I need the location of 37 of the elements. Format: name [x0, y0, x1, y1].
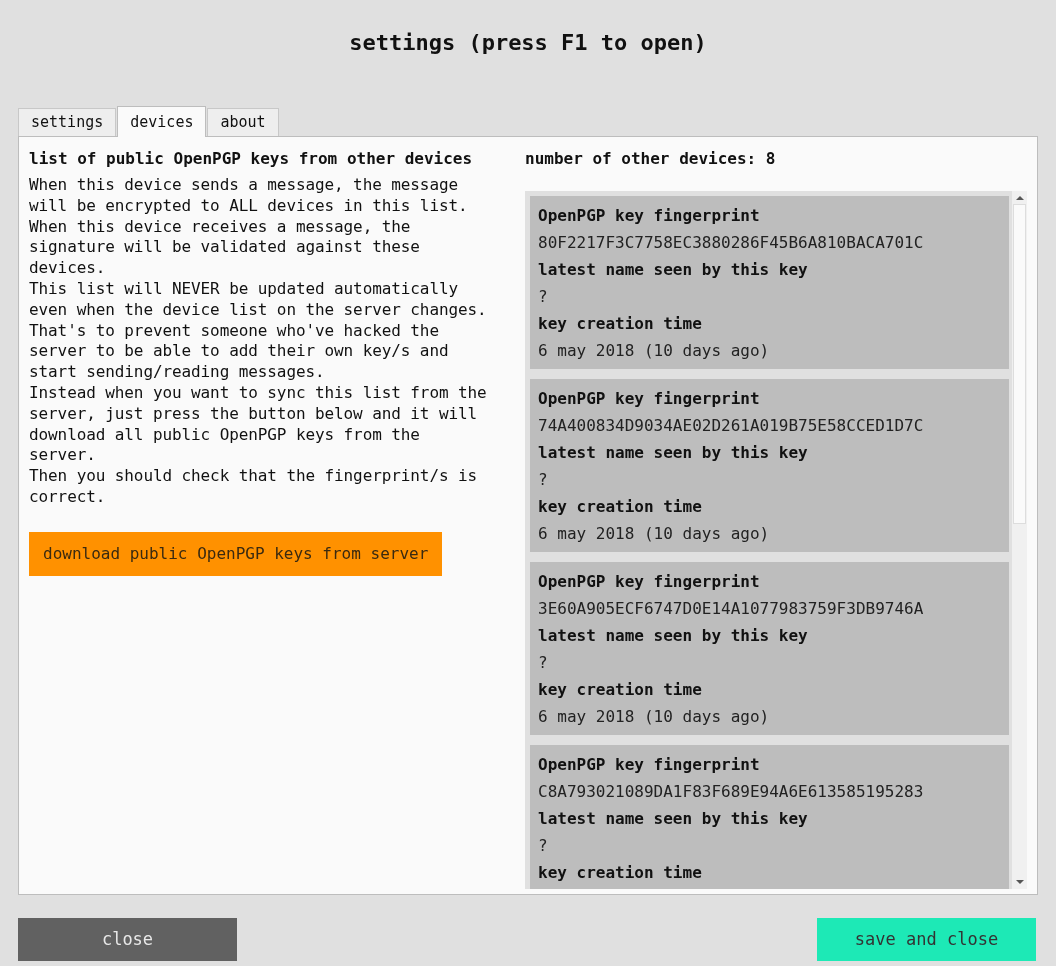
fingerprint-text: C8A793021089DA1F83F689E94A6E613585195283	[538, 781, 924, 803]
window-title: settings (press F1 to open)	[349, 28, 707, 57]
scroll-up-icon[interactable]	[1015, 196, 1024, 200]
field-label: key creation time	[538, 679, 702, 701]
fingerprint-text: 3E60A905ECF6747D0E14A1077983759F3DB9746A	[538, 598, 924, 620]
field-label: OpenPGP key fingerprint	[538, 571, 760, 593]
field-value: ?	[538, 835, 548, 857]
field-value: ?	[538, 286, 548, 308]
section-heading: list of public OpenPGP keys from other devices	[29, 149, 473, 169]
field-label: latest name seen by this key	[538, 442, 808, 464]
field-label: key creation time	[538, 862, 702, 884]
tab[interactable]: settings	[18, 108, 117, 136]
download-button[interactable]: download public OpenPGP keys from server	[29, 531, 443, 576]
field-label: key creation time	[538, 313, 702, 335]
scroll-thumb[interactable]	[1013, 204, 1026, 524]
field-label: latest name seen by this key	[538, 259, 808, 281]
save-and-close-button[interactable]: save and close	[817, 918, 1036, 961]
field-value: ?	[538, 469, 548, 491]
field-value: 6 may 2018 (10 days ago)	[538, 523, 770, 545]
field-label: OpenPGP key fingerprint	[538, 754, 760, 776]
field-label: OpenPGP key fingerprint	[538, 205, 760, 227]
device-count: number of other devices: 8	[525, 149, 777, 169]
close-button[interactable]: close	[18, 918, 237, 961]
field-label: OpenPGP key fingerprint	[538, 388, 760, 410]
field-value: ?	[538, 652, 548, 674]
tab[interactable]: about	[207, 108, 279, 136]
scroll-down-icon[interactable]	[1015, 880, 1024, 884]
field-label: latest name seen by this key	[538, 625, 808, 647]
field-value: 6 may 2018 (10 days ago)	[538, 340, 770, 362]
description-text: When this device sends a message, the message will be encrypted to ALL devices in this list. When this device receives a message, the signature will be validated against these devices. This list will NEVER be updated automatically even when the device list on the server changes. That's to prevent someone who've hacked the server to be able to add their own key/s and start sending/reading messages. Instead when you want to sync this list from the server, just press the button below and it will download all public OpenPGP keys from the server. Then you should check that the fingerprint/s is correct.	[29, 175, 487, 508]
field-value: 6 may 2018 (10 days ago)	[538, 706, 770, 728]
tab[interactable]: devices	[117, 106, 207, 137]
fingerprint-text: 80F2217F3C7758EC3880286F45B6A810BACA701C	[538, 232, 924, 254]
fingerprint-text: 74A400834D9034AE02D261A019B75E58CCED1D7C	[538, 415, 924, 437]
field-label: latest name seen by this key	[538, 808, 808, 830]
field-label: key creation time	[538, 496, 702, 518]
scrollbar[interactable]	[1012, 191, 1027, 889]
